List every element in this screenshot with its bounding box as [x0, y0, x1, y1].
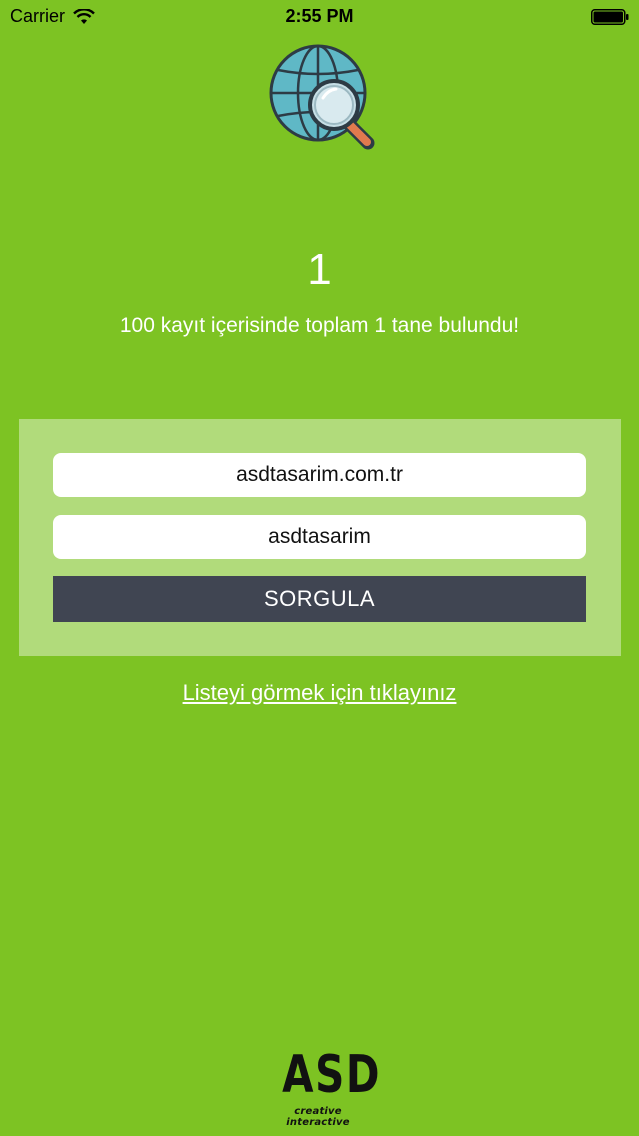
brand-tagline: creative interactive [286, 1106, 350, 1128]
view-list-link[interactable]: Listeyi görmek için tıklayınız [0, 680, 639, 706]
keyword-field[interactable] [53, 515, 586, 559]
status-bar: Carrier 2:55 PM [0, 0, 639, 34]
query-form: SORGULA [19, 419, 621, 656]
status-time: 2:55 PM [285, 6, 354, 26]
result-message: 100 kayıt içerisinde toplam 1 tane bulun… [119, 314, 520, 337]
brand-letters: ASD [282, 1045, 382, 1105]
query-button[interactable]: SORGULA [53, 576, 586, 622]
domain-field[interactable] [53, 453, 586, 497]
globe-search-icon [269, 44, 375, 150]
result-count: 1 [307, 245, 332, 294]
battery-icon [591, 9, 629, 25]
asd-brand-logo: ASD creative interactive [272, 1044, 382, 1128]
